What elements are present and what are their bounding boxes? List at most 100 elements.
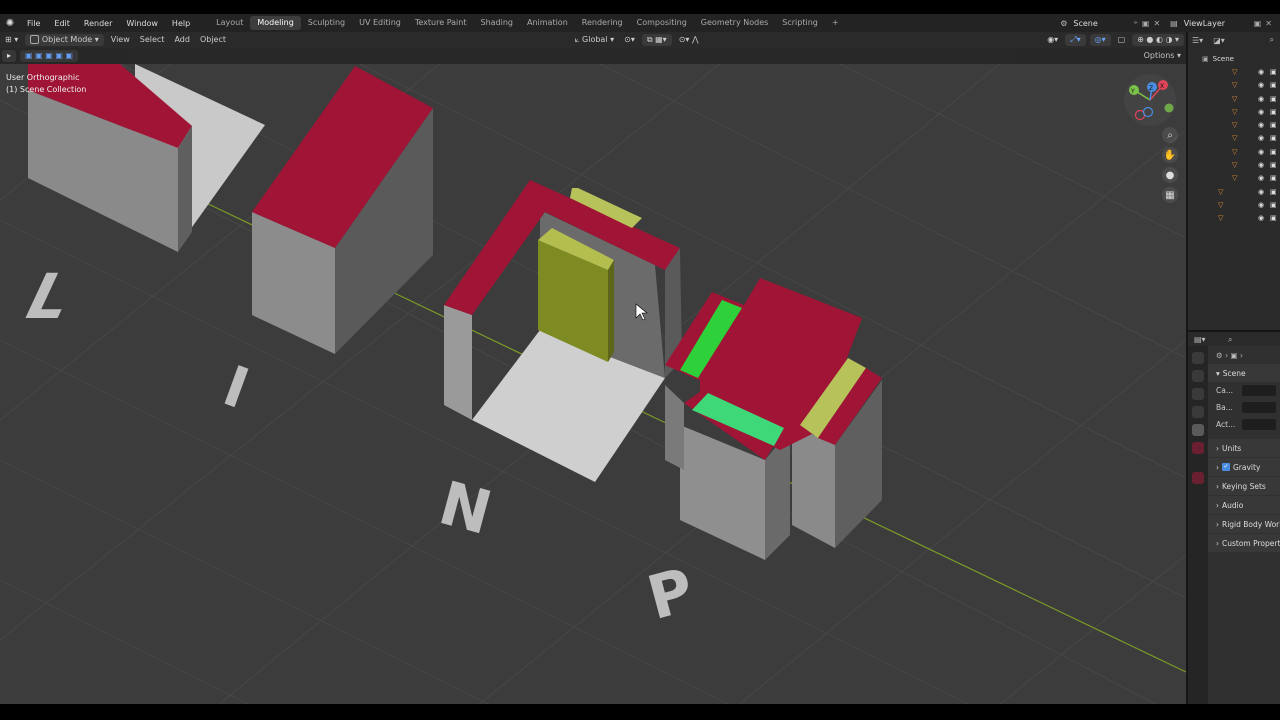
- tab-rendering[interactable]: Rendering: [575, 16, 630, 30]
- viewlayer-icon[interactable]: ▤: [1170, 19, 1178, 28]
- zoom-icon[interactable]: ⌕: [1162, 127, 1178, 143]
- tab-layout[interactable]: Layout: [209, 16, 250, 30]
- visibility-eye-icon[interactable]: ◉: [1258, 214, 1264, 222]
- render-camera-icon[interactable]: ▣: [1270, 174, 1277, 182]
- outliner-object-row[interactable]: ▽ ◉ ▣: [1188, 92, 1280, 105]
- viewlayer-name-field[interactable]: ViewLayer: [1184, 19, 1254, 28]
- menu-render[interactable]: Render: [77, 19, 119, 28]
- tab-scripting[interactable]: Scripting: [775, 16, 825, 30]
- viewlayer-tab-icon[interactable]: [1192, 406, 1204, 418]
- visibility-eye-icon[interactable]: ◉: [1258, 108, 1264, 116]
- 3d-viewport[interactable]: L I N P X Y Z User Orthographic (1) Scen…: [0, 64, 1186, 704]
- overlay-toggle[interactable]: ◎▾: [1089, 34, 1111, 46]
- scene-panel-header[interactable]: ▾ Scene: [1208, 364, 1280, 382]
- background-field[interactable]: Ba...: [1208, 399, 1280, 416]
- outliner-object-row[interactable]: ▽ ◉ ▣: [1188, 172, 1280, 185]
- render-camera-icon[interactable]: ▣: [1270, 95, 1277, 103]
- outliner-object-row[interactable]: ▽ ◉ ▣: [1188, 158, 1280, 171]
- visibility-eye-icon[interactable]: ◉: [1258, 81, 1264, 89]
- visibility-eye-icon[interactable]: ◉: [1258, 174, 1264, 182]
- panel-units[interactable]: › Units: [1208, 439, 1280, 457]
- visibility-eye-icon[interactable]: ◉: [1258, 188, 1264, 196]
- transform-orientation-dropdown[interactable]: ⟀ Global ▾: [570, 34, 619, 46]
- active-clip-field[interactable]: Act...: [1208, 416, 1280, 433]
- outliner-object-row[interactable]: ▽ ◉ ▣: [1188, 118, 1280, 131]
- outliner-object-row[interactable]: ▽ ◉ ▣: [1188, 132, 1280, 145]
- xray-toggle[interactable]: ▢: [1113, 34, 1131, 46]
- tab-shading[interactable]: Shading: [473, 16, 520, 30]
- tab-texture-paint[interactable]: Texture Paint: [408, 16, 474, 30]
- properties-editor-icon[interactable]: ▤▾: [1194, 335, 1206, 344]
- visibility-dropdown[interactable]: ◉▾: [1042, 34, 1063, 46]
- visibility-eye-icon[interactable]: ◉: [1258, 68, 1264, 76]
- render-camera-icon[interactable]: ▣: [1270, 108, 1277, 116]
- menu-select[interactable]: Select: [135, 34, 170, 46]
- outliner-scene-row[interactable]: ▣ Scene: [1188, 52, 1280, 65]
- outliner-editor-icon[interactable]: ☰▾: [1192, 36, 1203, 45]
- select-tool-icon[interactable]: ▸: [2, 50, 17, 62]
- new-viewlayer-icon[interactable]: ▣: [1254, 19, 1262, 28]
- add-workspace-button[interactable]: +: [825, 16, 846, 30]
- display-mode-icon[interactable]: ◪▾: [1213, 36, 1225, 45]
- render-camera-icon[interactable]: ▣: [1270, 121, 1277, 129]
- outliner-object-row[interactable]: ▽ ◉ ▣: [1188, 79, 1280, 92]
- editor-type-icon[interactable]: ⊞ ▾: [0, 34, 23, 46]
- tab-uv-editing[interactable]: UV Editing: [352, 16, 408, 30]
- blender-logo-icon[interactable]: ✺: [0, 18, 20, 29]
- render-tab-icon[interactable]: [1192, 370, 1204, 382]
- outliner-object-row[interactable]: ▽ ◉ ▣: [1188, 198, 1280, 211]
- camera-icon[interactable]: ●: [1162, 167, 1178, 183]
- visibility-eye-icon[interactable]: ◉: [1258, 161, 1264, 169]
- pin-icon[interactable]: ⌖: [1133, 18, 1138, 28]
- menu-add[interactable]: Add: [169, 34, 195, 46]
- scene-name-field[interactable]: Scene: [1073, 19, 1133, 28]
- render-camera-icon[interactable]: ▣: [1270, 201, 1277, 209]
- visibility-eye-icon[interactable]: ◉: [1258, 201, 1264, 209]
- panel-audio[interactable]: › Audio: [1208, 496, 1280, 514]
- outliner-object-row[interactable]: ▽ ◉ ▣: [1188, 105, 1280, 118]
- camera-field[interactable]: Ca...: [1208, 382, 1280, 399]
- new-scene-icon[interactable]: ▣: [1142, 19, 1150, 28]
- render-camera-icon[interactable]: ▣: [1270, 148, 1277, 156]
- outliner-object-row[interactable]: ▽ ◉ ▣: [1188, 185, 1280, 198]
- mode-dropdown[interactable]: Object Mode ▾: [25, 34, 104, 46]
- panel-keying-sets[interactable]: › Keying Sets: [1208, 477, 1280, 495]
- gizmo-toggle[interactable]: ⤢▾: [1065, 34, 1086, 46]
- texture-tab-icon[interactable]: [1192, 472, 1204, 484]
- options-dropdown[interactable]: Options ▾: [1139, 50, 1186, 62]
- selection-mode-buttons[interactable]: ▣ ▣ ▣ ▣ ▣: [20, 50, 78, 62]
- menu-window[interactable]: Window: [119, 19, 165, 28]
- tab-geometry-nodes[interactable]: Geometry Nodes: [694, 16, 775, 30]
- menu-object[interactable]: Object: [195, 34, 231, 46]
- render-camera-icon[interactable]: ▣: [1270, 134, 1277, 142]
- scene-tab-icon[interactable]: [1192, 424, 1204, 436]
- gravity-checkbox[interactable]: ✓: [1222, 463, 1230, 471]
- pivot-point-dropdown[interactable]: ⊙▾: [619, 34, 640, 46]
- pan-hand-icon[interactable]: ✋: [1162, 147, 1178, 163]
- delete-viewlayer-icon[interactable]: ✕: [1265, 19, 1272, 28]
- render-camera-icon[interactable]: ▣: [1270, 68, 1277, 76]
- panel-rigid-body-world[interactable]: › Rigid Body World: [1208, 515, 1280, 533]
- delete-scene-icon[interactable]: ✕: [1153, 19, 1160, 28]
- menu-view[interactable]: View: [106, 34, 135, 46]
- outliner-search-icon[interactable]: ⌕: [1270, 35, 1274, 45]
- visibility-eye-icon[interactable]: ◉: [1258, 121, 1264, 129]
- tab-compositing[interactable]: Compositing: [630, 16, 694, 30]
- visibility-eye-icon[interactable]: ◉: [1258, 95, 1264, 103]
- outliner-object-row[interactable]: ▽ ◉ ▣: [1188, 145, 1280, 158]
- panel-custom-properties[interactable]: › Custom Properti...: [1208, 534, 1280, 552]
- scene-selector-icon[interactable]: ⚙: [1060, 19, 1067, 28]
- visibility-eye-icon[interactable]: ◉: [1258, 148, 1264, 156]
- menu-help[interactable]: Help: [165, 19, 197, 28]
- outliner-object-row[interactable]: ▽ ◉ ▣: [1188, 212, 1280, 225]
- tab-sculpting[interactable]: Sculpting: [301, 16, 352, 30]
- tool-tab-icon[interactable]: [1192, 352, 1204, 364]
- tab-animation[interactable]: Animation: [520, 16, 575, 30]
- menu-file[interactable]: File: [20, 19, 47, 28]
- shading-mode-buttons[interactable]: ⊕ ● ◐ ◑ ▾: [1132, 34, 1185, 46]
- render-camera-icon[interactable]: ▣: [1270, 81, 1277, 89]
- visibility-eye-icon[interactable]: ◉: [1258, 134, 1264, 142]
- tab-modeling[interactable]: Modeling: [250, 16, 301, 30]
- proportional-edit-toggle[interactable]: ⊙▾ ⋀: [674, 34, 704, 46]
- properties-search-icon[interactable]: ⌕: [1228, 335, 1232, 345]
